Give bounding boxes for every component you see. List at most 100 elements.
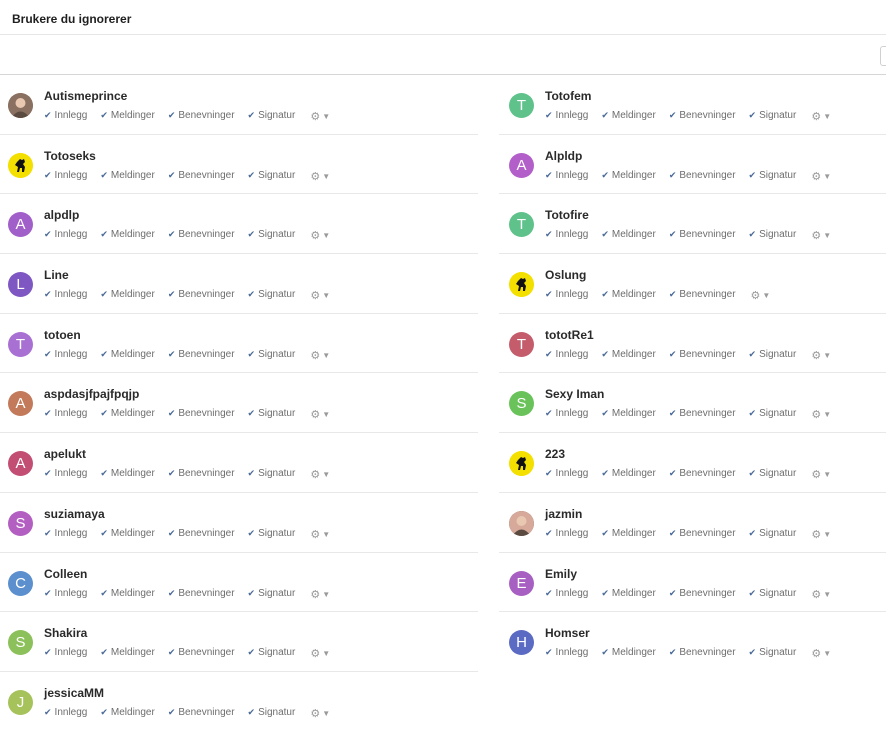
avatar[interactable]: S [8,510,33,536]
ignore-option-innlegg[interactable]: ✔ Innlegg [44,170,87,181]
ignore-option-meldinger[interactable]: ✔ Meldinger [100,110,154,121]
ignore-option-meldinger[interactable]: ✔ Meldinger [100,229,154,240]
ignore-option-benevninger[interactable]: ✔ Benevninger [168,110,235,121]
ignore-option-innlegg[interactable]: ✔ Innlegg [44,647,87,658]
ignore-option-signatur[interactable]: ✔ Signatur [248,468,296,479]
ignore-option-innlegg[interactable]: ✔ Innlegg [44,468,87,479]
ignore-option-benevninger[interactable]: ✔ Benevninger [168,408,235,419]
ignore-option-meldinger[interactable]: ✔ Meldinger [100,468,154,479]
settings-menu-button[interactable]: ⚙ ▼ [308,289,330,302]
ignore-option-innlegg[interactable]: ✔ Innlegg [545,468,588,479]
ignore-option-signatur[interactable]: ✔ Signatur [248,647,296,658]
settings-menu-button[interactable]: ⚙ ▼ [809,408,831,421]
ignore-option-signatur[interactable]: ✔ Signatur [749,110,797,121]
ignore-option-meldinger[interactable]: ✔ Meldinger [601,528,655,539]
ignore-option-meldinger[interactable]: ✔ Meldinger [100,349,154,360]
user-name-link[interactable]: Emily [545,567,577,581]
ignore-option-meldinger[interactable]: ✔ Meldinger [100,707,154,718]
avatar[interactable] [509,272,534,298]
ignore-option-innlegg[interactable]: ✔ Innlegg [44,588,87,599]
settings-menu-button[interactable]: ⚙ ▼ [308,170,330,183]
ignore-option-benevninger[interactable]: ✔ Benevninger [168,289,235,300]
settings-menu-button[interactable]: ⚙ ▼ [308,588,330,601]
ignore-option-innlegg[interactable]: ✔ Innlegg [545,349,588,360]
ignore-option-innlegg[interactable]: ✔ Innlegg [545,110,588,121]
ignore-option-benevninger[interactable]: ✔ Benevninger [669,588,736,599]
ignore-option-benevninger[interactable]: ✔ Benevninger [168,170,235,181]
ignore-option-innlegg[interactable]: ✔ Innlegg [545,528,588,539]
user-name-link[interactable]: Autismeprince [44,89,127,103]
ignore-option-innlegg[interactable]: ✔ Innlegg [44,110,87,121]
settings-menu-button[interactable]: ⚙ ▼ [308,408,330,421]
ignore-option-signatur[interactable]: ✔ Signatur [749,528,797,539]
user-name-link[interactable]: Line [44,268,69,282]
ignore-option-meldinger[interactable]: ✔ Meldinger [100,289,154,300]
avatar[interactable]: C [8,570,33,596]
settings-menu-button[interactable]: ⚙ ▼ [308,528,330,541]
ignore-option-innlegg[interactable]: ✔ Innlegg [545,289,588,300]
ignore-option-meldinger[interactable]: ✔ Meldinger [100,528,154,539]
user-name-link[interactable]: Oslung [545,268,586,282]
settings-menu-button[interactable]: ⚙ ▼ [308,349,330,362]
ignore-option-signatur[interactable]: ✔ Signatur [248,170,296,181]
settings-menu-button[interactable]: ⚙ ▼ [308,110,330,123]
ignore-option-benevninger[interactable]: ✔ Benevninger [168,229,235,240]
ignore-option-meldinger[interactable]: ✔ Meldinger [100,588,154,599]
ignore-option-benevninger[interactable]: ✔ Benevninger [669,647,736,658]
user-name-link[interactable]: Sexy Iman [545,387,604,401]
user-name-link[interactable]: tototRe1 [545,328,594,342]
ignore-option-meldinger[interactable]: ✔ Meldinger [601,647,655,658]
ignore-option-innlegg[interactable]: ✔ Innlegg [44,707,87,718]
ignore-option-meldinger[interactable]: ✔ Meldinger [601,468,655,479]
ignore-option-meldinger[interactable]: ✔ Meldinger [601,588,655,599]
ignore-option-benevninger[interactable]: ✔ Benevninger [669,110,736,121]
avatar[interactable]: S [509,391,534,417]
ignore-option-benevninger[interactable]: ✔ Benevninger [168,468,235,479]
ignore-option-signatur[interactable]: ✔ Signatur [248,408,296,419]
ignore-option-meldinger[interactable]: ✔ Meldinger [601,408,655,419]
ignore-option-innlegg[interactable]: ✔ Innlegg [545,170,588,181]
avatar[interactable] [509,510,534,536]
ignore-option-benevninger[interactable]: ✔ Benevninger [669,289,736,300]
user-name-link[interactable]: Homser [545,626,590,640]
avatar[interactable] [509,451,534,477]
avatar[interactable]: H [509,630,534,656]
ignore-option-signatur[interactable]: ✔ Signatur [248,229,296,240]
ignore-option-meldinger[interactable]: ✔ Meldinger [100,408,154,419]
avatar[interactable]: T [8,331,33,357]
ignore-option-signatur[interactable]: ✔ Signatur [749,408,797,419]
settings-menu-button[interactable]: ⚙ ▼ [809,110,831,123]
avatar[interactable]: J [8,689,33,715]
settings-menu-button[interactable]: ⚙ ▼ [809,468,831,481]
ignore-option-benevninger[interactable]: ✔ Benevninger [168,647,235,658]
user-name-link[interactable]: Alpldp [545,149,582,163]
user-name-link[interactable]: suziamaya [44,507,105,521]
ignore-option-benevninger[interactable]: ✔ Benevninger [669,349,736,360]
user-name-link[interactable]: Totofire [545,208,589,222]
ignore-option-innlegg[interactable]: ✔ Innlegg [44,229,87,240]
avatar[interactable]: A [8,451,33,477]
settings-menu-button[interactable]: ⚙ ▼ [308,229,330,242]
user-name-link[interactable]: Shakira [44,626,87,640]
ignore-option-innlegg[interactable]: ✔ Innlegg [545,229,588,240]
ignore-option-signatur[interactable]: ✔ Signatur [248,349,296,360]
avatar[interactable]: L [8,272,33,298]
ignore-option-signatur[interactable]: ✔ Signatur [749,349,797,360]
ignore-option-meldinger[interactable]: ✔ Meldinger [601,229,655,240]
avatar[interactable] [8,152,33,178]
avatar[interactable]: T [509,93,534,118]
user-name-link[interactable]: aspdasjfpajfpqjp [44,387,139,401]
user-name-link[interactable]: 223 [545,447,565,461]
ignore-option-meldinger[interactable]: ✔ Meldinger [100,170,154,181]
ignore-option-signatur[interactable]: ✔ Signatur [749,588,797,599]
settings-menu-button[interactable]: ⚙ ▼ [809,229,831,242]
avatar[interactable]: T [509,331,534,357]
ignore-option-benevninger[interactable]: ✔ Benevninger [168,528,235,539]
ignore-option-innlegg[interactable]: ✔ Innlegg [44,528,87,539]
ignore-option-benevninger[interactable]: ✔ Benevninger [669,170,736,181]
ignore-option-signatur[interactable]: ✔ Signatur [248,528,296,539]
ignore-option-meldinger[interactable]: ✔ Meldinger [601,349,655,360]
ignore-option-innlegg[interactable]: ✔ Innlegg [545,408,588,419]
user-name-link[interactable]: Totoseks [44,149,96,163]
ignore-option-innlegg[interactable]: ✔ Innlegg [44,289,87,300]
